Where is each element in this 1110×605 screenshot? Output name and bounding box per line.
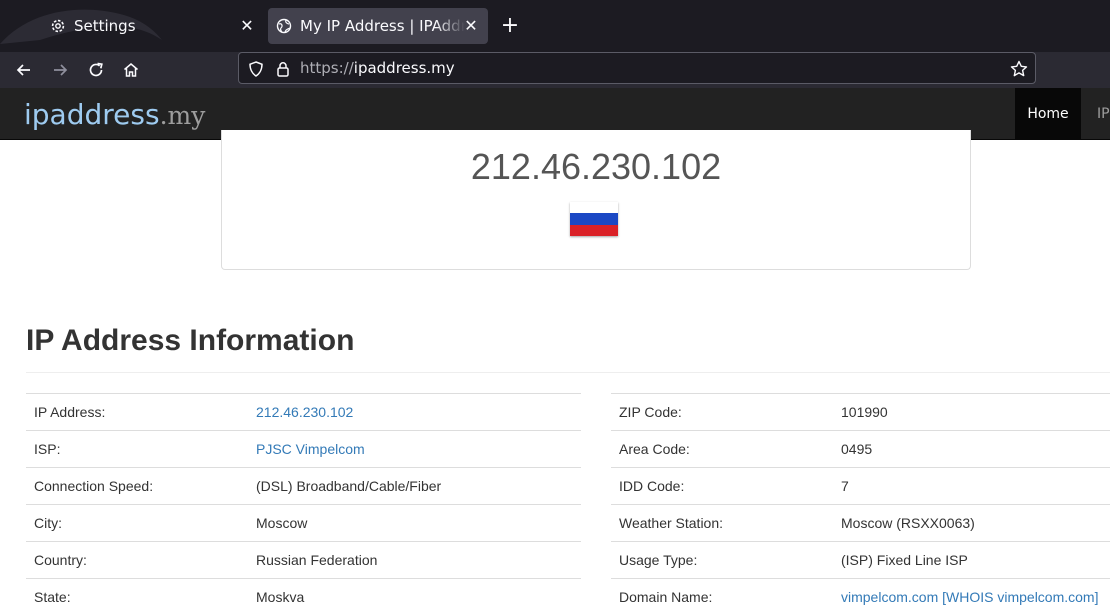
idd-code-value: 7 — [833, 467, 1110, 505]
brand-name: ipaddress — [24, 98, 160, 131]
weather-station-label: Weather Station: — [611, 504, 833, 542]
table-row: Area Code: 0495 — [611, 430, 1110, 468]
isp-label: ISP: — [26, 430, 248, 468]
lock-icon[interactable] — [274, 60, 292, 78]
weather-station-value: Moscow (RSXX0063) — [833, 504, 1110, 542]
flag-stripe-white — [570, 202, 618, 214]
table-row: IP Address: 212.46.230.102 — [26, 393, 581, 431]
usage-type-value: (ISP) Fixed Line ISP — [833, 541, 1110, 579]
ip-panel: 212.46.230.102 — [221, 130, 971, 270]
country-label: Country: — [26, 541, 248, 579]
menu-home[interactable]: Home — [1015, 88, 1081, 139]
zip-code-value: 101990 — [833, 393, 1110, 431]
info-table-right: ZIP Code: 101990 Area Code: 0495 IDD Code:… — [611, 393, 1110, 605]
home-icon[interactable] — [119, 58, 143, 82]
table-row: State: Moskva — [26, 578, 581, 605]
area-code-label: Area Code: — [611, 430, 833, 468]
new-tab-plus-icon[interactable]: + — [498, 14, 522, 38]
city-label: City: — [26, 504, 248, 542]
domain-name-label: Domain Name: — [611, 578, 833, 605]
section-divider — [26, 372, 1110, 373]
table-row: Usage Type: (ISP) Fixed Line ISP — [611, 541, 1110, 579]
ip-address-display: 212.46.230.102 — [470, 146, 722, 187]
table-row: City: Moscow — [26, 504, 581, 542]
address-bar[interactable]: https://ipaddress.my — [238, 52, 1036, 84]
connection-speed-label: Connection Speed: — [26, 467, 248, 505]
idd-code-label: IDD Code: — [611, 467, 833, 505]
area-code-value: 0495 — [833, 430, 1110, 468]
url-text[interactable]: https://ipaddress.my — [300, 59, 455, 77]
connection-speed-value: (DSL) Broadband/Cable/Fiber — [248, 467, 581, 505]
site-logo[interactable]: ipaddress.my — [24, 98, 205, 131]
isp-link[interactable]: PJSC Vimpelcom — [248, 430, 581, 468]
forward-arrow-icon[interactable] — [48, 58, 72, 82]
usage-type-label: Usage Type: — [611, 541, 833, 579]
table-row: ISP: PJSC Vimpelcom — [26, 430, 581, 468]
city-value: Moscow — [248, 504, 581, 542]
ip-address-label: IP Address: — [26, 393, 248, 431]
globe-icon — [276, 18, 292, 34]
ip-address-link[interactable]: 212.46.230.102 — [248, 393, 581, 431]
url-scheme: https:// — [300, 59, 354, 77]
bookmark-star-icon[interactable] — [1009, 59, 1029, 79]
close-tab-icon[interactable]: ✕ — [238, 17, 256, 35]
info-table-left: IP Address: 212.46.230.102 ISP: PJSC Vimpe… — [26, 393, 581, 605]
table-row: ZIP Code: 101990 — [611, 393, 1110, 431]
menu-ip[interactable]: IP — [1097, 88, 1110, 139]
flag-stripe-blue — [570, 213, 618, 225]
gear-icon — [51, 19, 65, 33]
domain-name-link[interactable]: vimpelcom.com [WHOIS vimpelcom.com] — [833, 578, 1110, 605]
table-row: IDD Code: 7 — [611, 467, 1110, 505]
russia-flag-icon — [570, 202, 618, 236]
state-label: State: — [26, 578, 248, 605]
tab-title: Settings — [74, 17, 136, 35]
state-value: Moskva — [248, 578, 581, 605]
table-row: Weather Station: Moscow (RSXX0063) — [611, 504, 1110, 542]
brand-tld: .my — [159, 101, 206, 130]
zip-code-label: ZIP Code: — [611, 393, 833, 431]
browser-tab-bar: Settings ✕ My IP Address | IPAddress.my … — [0, 0, 1110, 52]
reload-icon[interactable] — [84, 58, 108, 82]
tab-ipaddress[interactable]: My IP Address | IPAddress.my ✕ — [268, 8, 488, 44]
table-row: Connection Speed: (DSL) Broadband/Cable/F… — [26, 467, 581, 505]
country-value: Russian Federation — [248, 541, 581, 579]
tab-title: My IP Address | IPAddress.my — [300, 17, 465, 35]
close-tab-icon[interactable]: ✕ — [462, 17, 480, 35]
section-title: IP Address Information — [26, 324, 355, 357]
back-arrow-icon[interactable] — [12, 58, 36, 82]
shield-icon[interactable] — [247, 60, 265, 78]
url-host: ipaddress.my — [353, 59, 455, 77]
table-row: Domain Name: vimpelcom.com [WHOIS vimpelc… — [611, 578, 1110, 605]
table-row: Country: Russian Federation — [26, 541, 581, 579]
tab-settings[interactable]: Settings ✕ — [36, 8, 262, 44]
flag-stripe-red — [570, 224, 618, 236]
